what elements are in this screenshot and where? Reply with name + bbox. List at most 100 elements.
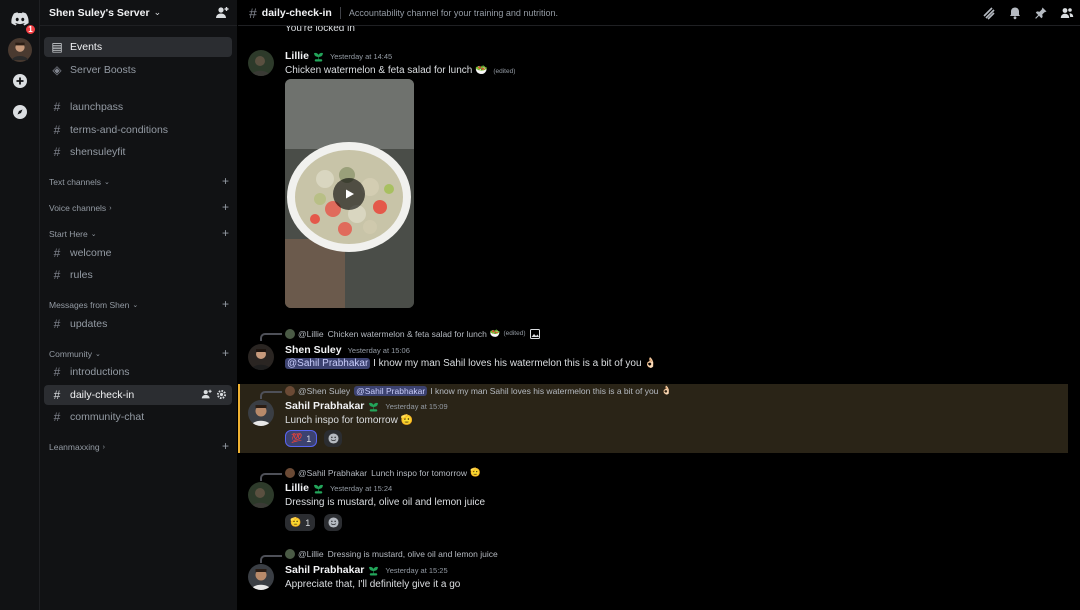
discord-app: 1 Shen Suley's Server ⌄ ▤ Events ◈ Serve…	[0, 0, 1080, 610]
sidebar-item-label: Events	[70, 41, 103, 53]
channel-launchpass[interactable]: # launchpass	[44, 97, 232, 117]
reaction-count: 1	[306, 433, 312, 444]
message-text: @Sahil Prabhakar I know my man Sahil lov…	[285, 358, 657, 369]
compass-icon	[13, 105, 27, 119]
server-name: Shen Suley's Server	[49, 6, 150, 19]
author-name[interactable]: Sahil Prabhakar Yesterday at 15:25	[285, 564, 448, 576]
ok-hand-emoji-icon: 👌🏻	[644, 358, 657, 369]
reply-avatar	[285, 467, 295, 478]
channel-welcome[interactable]: # welcome	[44, 243, 232, 263]
reply-text: Chicken watermelon & feta salad for lunc…	[327, 328, 487, 339]
user-mention[interactable]: @Sahil Prabhakar	[285, 358, 371, 369]
avatar[interactable]	[248, 482, 274, 508]
avatar[interactable]	[248, 564, 274, 590]
channel-terms-and-conditions[interactable]: # terms-and-conditions	[44, 120, 232, 140]
category-messages-from-shen[interactable]: Messages from Shen ⌄ +	[49, 297, 229, 312]
category-start-here[interactable]: Start Here ⌄ +	[49, 226, 229, 241]
reply-preview[interactable]: @Lillie Chicken watermelon & feta salad …	[285, 328, 540, 339]
chevron-down-icon: ⌄	[94, 351, 101, 358]
reply-preview[interactable]: @Lillie Dressing is mustard, olive oil a…	[285, 549, 498, 559]
create-channel-plus-icon[interactable]: +	[222, 439, 229, 453]
server-header[interactable]: Shen Suley's Server ⌄	[40, 0, 237, 26]
reply-author: @Shen Suley	[298, 385, 351, 396]
create-channel-plus-icon[interactable]: +	[222, 200, 229, 214]
sidebar-item-events[interactable]: ▤ Events	[44, 37, 232, 57]
reaction-hundred[interactable]: 💯 1	[285, 430, 318, 447]
create-channel-plus-icon[interactable]: +	[222, 174, 229, 188]
hash-icon: #	[53, 123, 61, 137]
channel-updates[interactable]: # updates	[44, 314, 232, 334]
chevron-down-icon: ⌄	[132, 302, 139, 309]
category-community[interactable]: Community ⌄ +	[49, 346, 229, 361]
play-button[interactable]	[333, 178, 365, 210]
pin-icon[interactable]	[1034, 6, 1048, 20]
channel-label: terms-and-conditions	[70, 124, 169, 136]
category-label: Community	[49, 349, 92, 359]
channel-shensuleyfit[interactable]: # shensuleyfit	[44, 142, 232, 162]
category-leanmaxxing[interactable]: Leanmaxxing › +	[49, 439, 229, 454]
hash-icon: #	[53, 388, 61, 402]
gear-icon[interactable]	[216, 389, 227, 400]
category-voice-channels[interactable]: Voice channels › +	[49, 200, 229, 215]
add-reaction-button[interactable]	[324, 430, 342, 447]
category-label: Leanmaxxing	[49, 442, 100, 452]
threads-icon[interactable]	[982, 6, 996, 20]
avatar[interactable]	[248, 400, 274, 426]
sidebar-item-server-boosts[interactable]: ◈ Server Boosts	[44, 60, 232, 80]
reply-avatar	[285, 385, 295, 396]
avatar[interactable]	[248, 344, 274, 370]
category-text-channels[interactable]: Text channels ⌄ +	[49, 174, 229, 189]
bell-icon[interactable]	[1008, 6, 1022, 20]
channel-label: daily-check-in	[70, 389, 135, 401]
invite-people-icon[interactable]	[201, 389, 212, 400]
discover-button[interactable]	[5, 97, 35, 127]
edited-label: (edited)	[493, 68, 516, 75]
invite-people-icon[interactable]	[215, 6, 229, 20]
chat-main: # daily-check-in Accountability channel …	[238, 0, 1080, 610]
hash-icon: #	[53, 410, 61, 424]
author-name[interactable]: Shen Suley Yesterday at 15:06	[285, 344, 410, 356]
reply-preview[interactable]: @Shen Suley @Sahil Prabhakar I know my m…	[285, 385, 672, 396]
channel-rules[interactable]: # rules	[44, 265, 232, 285]
author-name[interactable]: Lillie Yesterday at 14:45	[285, 50, 392, 62]
author-name[interactable]: Lillie Yesterday at 15:24	[285, 482, 392, 494]
message-text: Chicken watermelon & feta salad for lunc…	[285, 65, 516, 76]
smiley-icon	[327, 433, 339, 444]
channel-title: daily-check-in	[261, 6, 332, 19]
avatar[interactable]	[248, 50, 274, 76]
hundred-emoji-icon: 💯	[291, 433, 303, 443]
image-icon	[529, 328, 540, 339]
chevron-right-icon: ›	[109, 204, 112, 212]
author-name[interactable]: Sahil Prabhakar Yesterday at 15:09	[285, 400, 448, 412]
channel-introductions[interactable]: # introductions	[44, 362, 232, 382]
channel-label: welcome	[70, 247, 112, 259]
server-icon-shen[interactable]	[6, 36, 34, 64]
timestamp: Yesterday at 15:24	[329, 483, 393, 493]
reply-preview[interactable]: @Sahil Prabhakar Lunch inspo for tomorro…	[285, 467, 481, 478]
message-text: Dressing is mustard, olive oil and lemon…	[285, 497, 486, 508]
create-channel-plus-icon[interactable]: +	[222, 346, 229, 360]
video-attachment[interactable]	[285, 79, 414, 308]
category-label: Text channels	[49, 177, 101, 187]
hash-icon: #	[53, 246, 61, 260]
create-channel-plus-icon[interactable]: +	[222, 226, 229, 240]
category-label: Start Here	[49, 229, 88, 239]
add-server-button[interactable]	[5, 66, 35, 96]
reaction-handshake[interactable]: 🫡 1	[285, 514, 316, 531]
add-reaction-button[interactable]	[324, 514, 342, 531]
message-list: You're locked in Lillie Yesterday at 14:…	[238, 26, 1080, 610]
channel-daily-check-in[interactable]: # daily-check-in	[44, 385, 232, 405]
notification-badge: 1	[24, 23, 37, 36]
reply-connector	[260, 473, 282, 481]
plus-circle-icon	[13, 74, 27, 88]
sprout-role-icon	[369, 566, 379, 576]
discord-home-button[interactable]: 1	[5, 4, 37, 36]
channel-topic[interactable]: Accountability channel for your training…	[349, 8, 558, 18]
member-list-icon[interactable]	[1060, 6, 1074, 20]
reply-text: Lunch inspo for tomorrow	[371, 467, 468, 478]
create-channel-plus-icon[interactable]: +	[222, 297, 229, 311]
channel-community-chat[interactable]: # community-chat	[44, 407, 232, 427]
channel-label: rules	[70, 269, 93, 281]
user-mention: @Sahil Prabhakar	[354, 385, 428, 396]
timestamp: Yesterday at 15:25	[385, 565, 448, 575]
